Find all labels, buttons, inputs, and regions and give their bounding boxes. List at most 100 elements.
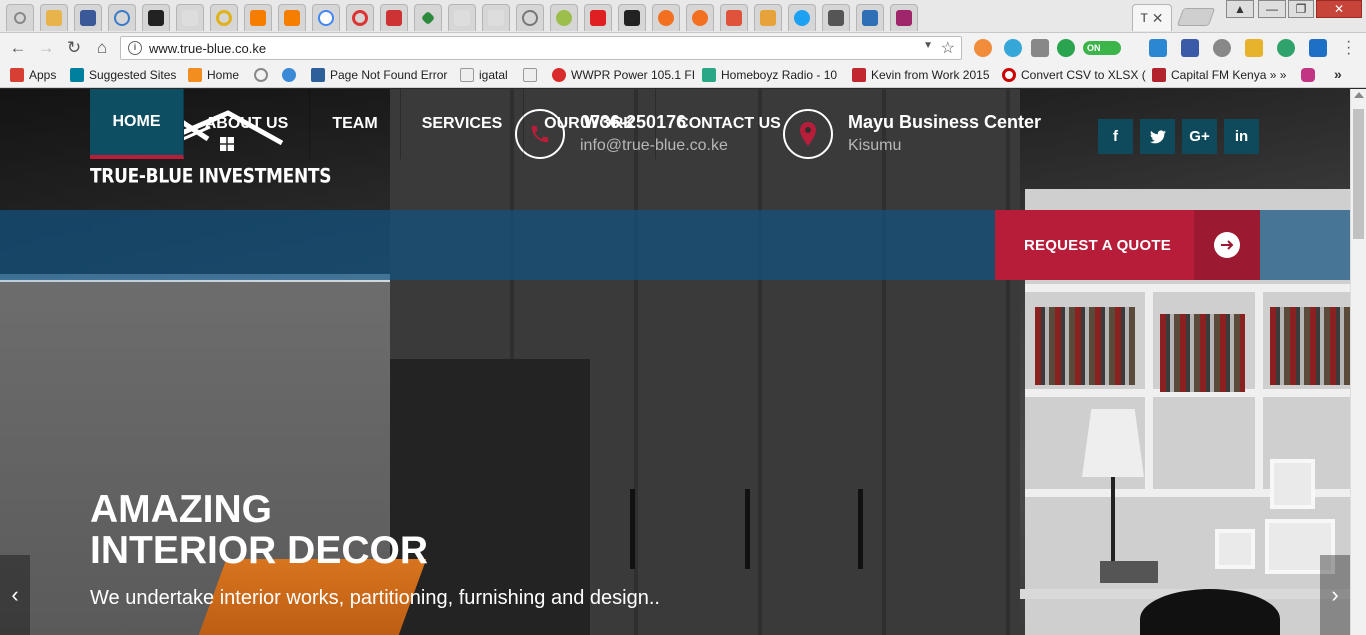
request-quote-button[interactable]: REQUEST A QUOTE [995,210,1260,280]
url-text[interactable]: www.true-blue.co.ke [149,41,266,56]
slider-prev-button[interactable]: ‹ [0,555,30,635]
diamond-icon [420,10,436,26]
browser-tab[interactable] [244,4,272,31]
bookmark-item[interactable] [1301,67,1320,83]
reload-button[interactable]: ↻ [64,38,84,58]
browser-tab[interactable] [584,4,612,31]
slider-next-button[interactable]: › [1320,555,1350,635]
bookmark-item[interactable]: Homeboyz Radio - 10 [702,67,837,83]
browser-tab[interactable] [720,4,748,31]
bookmark-item[interactable]: WWPR Power 105.1 FI [552,67,695,83]
new-tab-button[interactable] [1176,8,1216,26]
b-extension-icon[interactable] [1149,39,1167,57]
flower-extension-icon[interactable] [1277,39,1295,57]
browser-tab[interactable] [278,4,306,31]
page-scrollbar[interactable] [1350,89,1366,635]
mail-icon [46,10,62,26]
browser-tab[interactable] [482,4,510,31]
twitter-icon[interactable] [1140,119,1175,154]
nav-contact-us[interactable]: CONTACT US [656,89,802,159]
plant-icon [556,10,572,26]
browser-tab[interactable] [754,4,782,31]
back-button[interactable]: ← [8,38,28,58]
books [1160,314,1245,392]
download-icon[interactable] [1031,39,1049,57]
address-bar[interactable]: i www.true-blue.co.ke ▼ ☆ [120,36,962,60]
browser-tab[interactable] [74,4,102,31]
nav-team[interactable]: TEAM [310,89,401,159]
bookmark-item[interactable]: Apps [10,67,56,83]
facebook-icon[interactable]: f [1098,119,1133,154]
google-plus-icon[interactable]: G+ [1182,119,1217,154]
toggle-extension[interactable]: ON [1083,41,1121,55]
close-window-button[interactable]: ✕ [1316,0,1362,18]
browser-menu-icon[interactable]: · · · [1346,34,1351,62]
user-profile-icon[interactable]: ▲ [1226,0,1254,18]
bookmark-item[interactable]: Page Not Found Error [311,67,447,83]
bookmark-star-icon[interactable]: ☆ [941,38,955,58]
bookmark-item[interactable]: igatal [460,67,508,83]
web-page: TRUE-BLUE INVESTMENTS 0736-250176 info@t… [0,89,1366,635]
no-icon [1002,68,1016,82]
browser-tab[interactable] [516,4,544,31]
browser-tab[interactable] [40,4,68,31]
linkedin-icon[interactable]: in [1224,119,1259,154]
square-extension-icon[interactable] [1309,39,1327,57]
bookmark-item[interactable] [282,67,301,83]
power-icon[interactable] [1057,39,1075,57]
books [1035,307,1135,385]
browser-tab[interactable] [142,4,170,31]
browser-tab[interactable] [822,4,850,31]
picture-frame [1215,529,1255,569]
headphones-icon[interactable] [1004,39,1022,57]
browser-tab[interactable] [176,4,204,31]
browser-tab[interactable] [414,4,442,31]
maximize-button[interactable]: ❐ [1288,0,1314,18]
browser-tab[interactable] [550,4,578,31]
browser-tab[interactable] [312,4,340,31]
scroll-thumb[interactable] [1353,109,1364,239]
forward-button[interactable]: → [36,38,56,58]
bookmark-item[interactable]: Suggested Sites [70,67,176,83]
browser-tab[interactable] [346,4,374,31]
extension-icon[interactable] [974,39,992,57]
bookmark-item[interactable] [523,67,542,83]
close-tab-icon[interactable]: ✕ [1152,10,1164,27]
browser-tab[interactable] [652,4,680,31]
browser-tab[interactable] [686,4,714,31]
loop-icon [254,68,268,82]
browser-tab[interactable] [380,4,408,31]
nav-home[interactable]: HOME [90,89,184,159]
browser-toolbar: ← → ↻ ⌂ i www.true-blue.co.ke ▼ ☆ ON · · · [0,33,1366,63]
link-icon [658,10,674,26]
browser-tab[interactable] [788,4,816,31]
bookmark-item[interactable] [254,67,273,83]
browser-tab[interactable] [108,4,136,31]
nav-services[interactable]: SERVICES [401,89,524,159]
bookmarks-bar: Apps Suggested Sites Home Page Not Found… [0,63,1366,88]
pencil-extension-icon[interactable] [1245,39,1263,57]
nav-our-work[interactable]: OUR WORK [524,89,656,159]
bookmark-item[interactable]: Capital FM Kenya » » [1152,67,1286,83]
dropdown-icon[interactable]: ▼ [923,40,933,51]
info-icon[interactable]: i [128,41,142,55]
browser-tab[interactable] [6,4,34,31]
browser-tab[interactable] [890,4,918,31]
bookmark-item[interactable]: Home [188,67,239,83]
gear-extension-icon[interactable] [1213,39,1231,57]
browser-tab[interactable] [856,4,884,31]
home-button[interactable]: ⌂ [92,38,112,58]
active-browser-tab[interactable]: T ✕ [1132,4,1172,31]
browser-tab[interactable] [448,4,476,31]
bookmark-item[interactable]: Kevin from Work 2015 [852,67,990,83]
speaker-icon [828,10,844,26]
browser-tab[interactable] [618,4,646,31]
bookmark-item[interactable]: Convert CSV to XLSX ( [1002,67,1146,83]
minimize-button[interactable]: — [1258,0,1286,18]
bookmarks-overflow-icon[interactable]: » [1334,66,1342,82]
nav-about-us[interactable]: ABOUT US [184,89,310,159]
profile-extension-icon[interactable] [1181,39,1199,57]
scroll-up-icon[interactable] [1354,92,1364,98]
browser-tab[interactable] [210,4,238,31]
loop-icon [522,10,538,26]
